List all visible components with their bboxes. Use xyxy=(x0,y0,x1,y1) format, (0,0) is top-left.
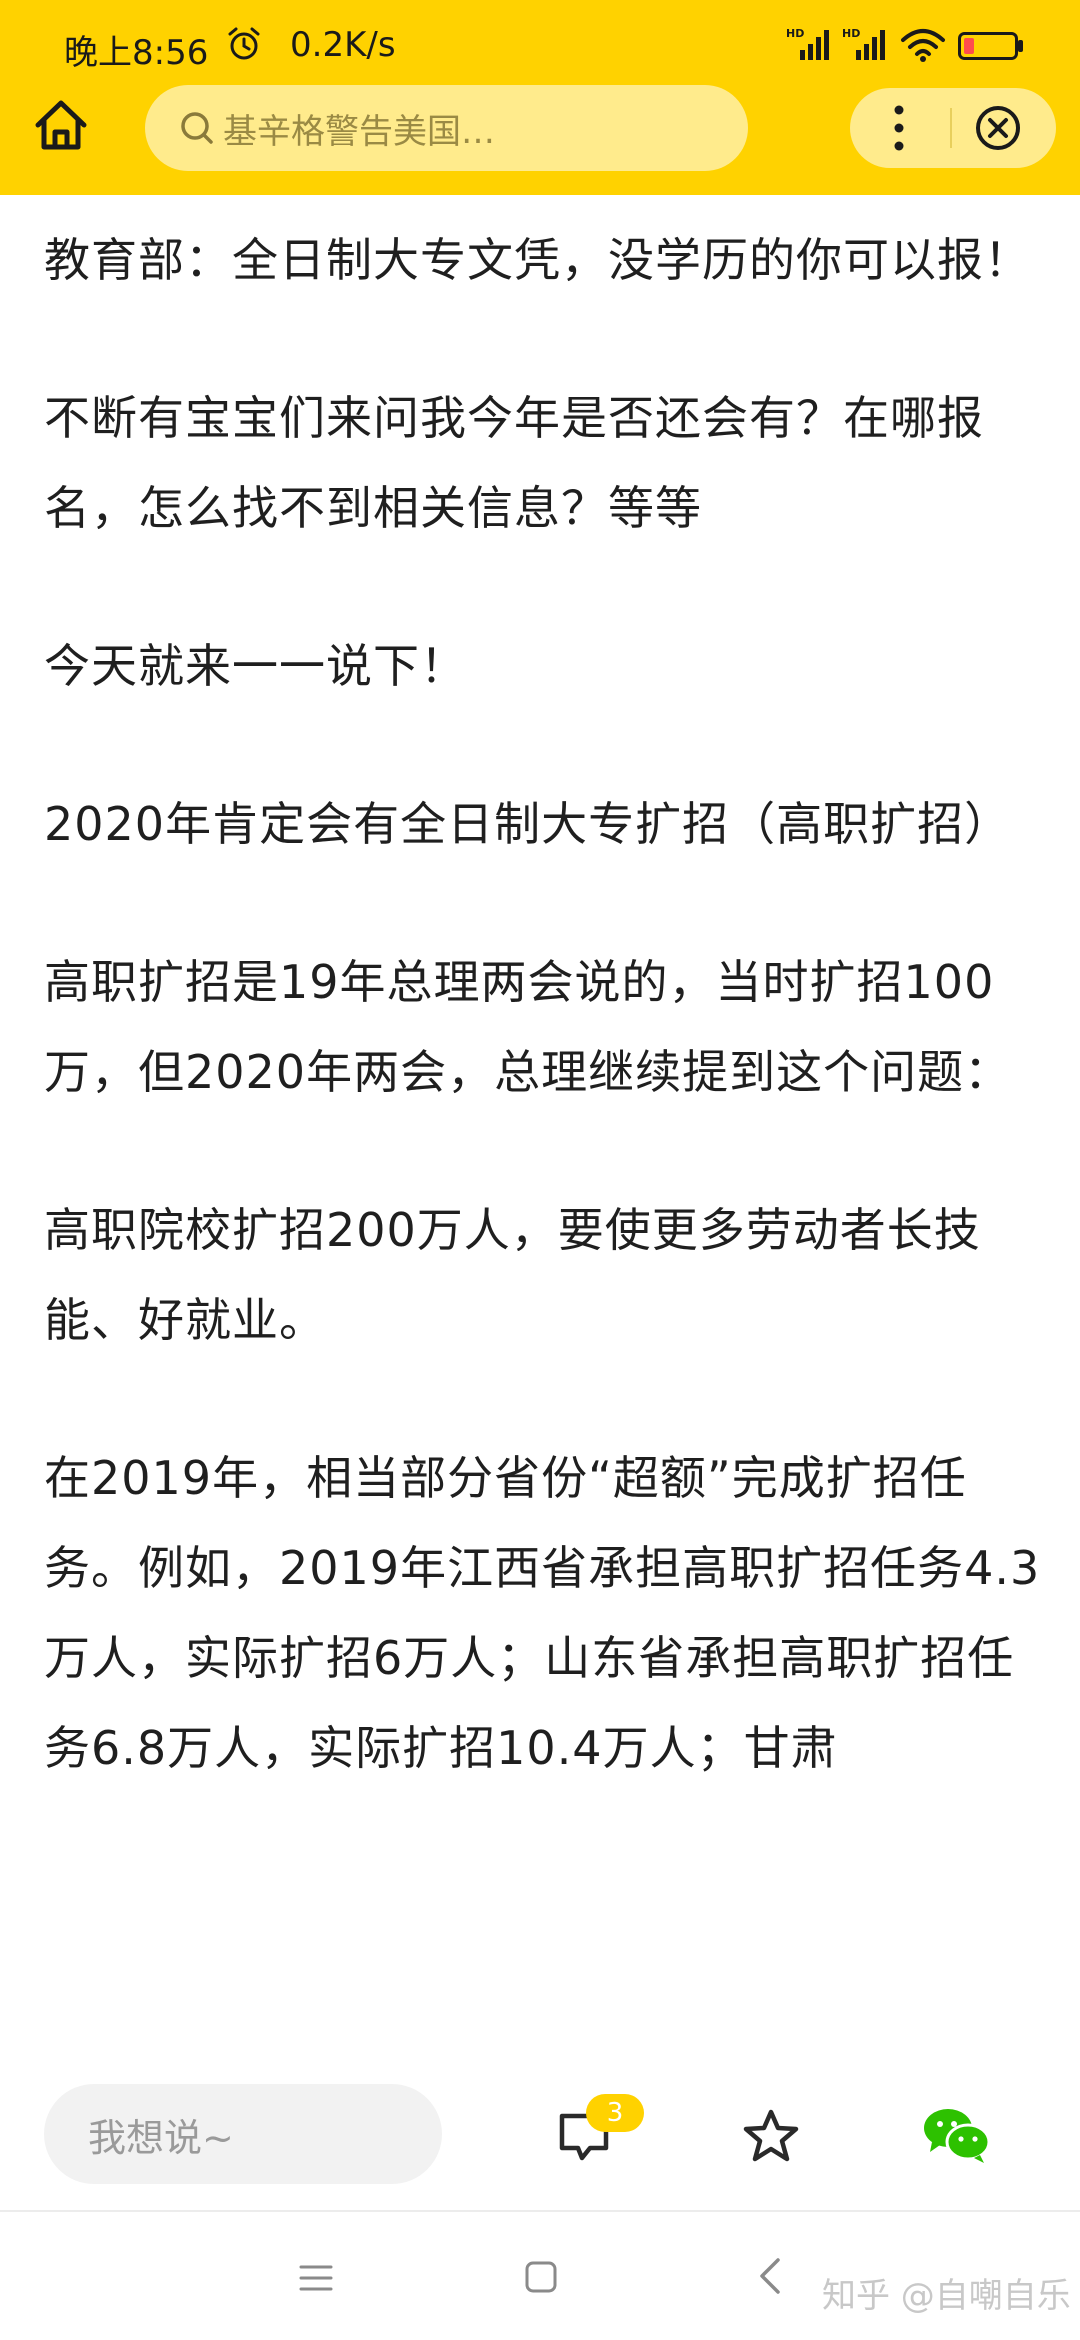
comment-input[interactable]: 我想说~ xyxy=(44,2084,442,2184)
close-circle-icon[interactable] xyxy=(974,104,1022,152)
comment-bar: 我想说~ 3 xyxy=(0,2060,1080,2210)
article-paragraph: 高职院校扩招200万人，要使更多劳动者长技能、好就业。 xyxy=(44,1203,981,1347)
search-bar[interactable]: 基辛格警告美国… xyxy=(145,85,748,171)
svg-text:HD: HD xyxy=(842,27,860,40)
actions-divider xyxy=(950,108,952,148)
search-icon xyxy=(181,112,213,144)
wifi-icon xyxy=(901,29,945,62)
article-paragraph: 在2019年，相当部分省份“超额”完成扩招任务。例如，2019年江西省承担高职扩… xyxy=(44,1451,1041,1775)
back-icon[interactable] xyxy=(756,2256,784,2296)
status-time: 晚上8:56 xyxy=(64,33,209,73)
home-button[interactable] xyxy=(30,95,92,155)
watermark-text: 知乎 @自嘲自乐 xyxy=(822,2276,1071,2316)
article-body: 教育部：全日制大专文凭，没学历的你可以报！ 不断有宝宝们来问我今年是否还会有？在… xyxy=(44,215,1044,1861)
article-paragraph: 今天就来一一说下！ xyxy=(44,639,467,693)
home-square-icon[interactable] xyxy=(524,2260,558,2294)
alarm-clock-icon xyxy=(228,27,260,60)
more-vertical-icon[interactable] xyxy=(884,102,914,154)
article-paragraph: 教育部：全日制大专文凭，没学历的你可以报！ xyxy=(44,233,1031,287)
hd-signal-icon: HD xyxy=(842,27,885,60)
wechat-icon[interactable] xyxy=(922,2104,992,2164)
comment-count-badge: 3 xyxy=(586,2094,644,2132)
status-bar: 晚上8:56 0.2K/s HD HD xyxy=(0,0,1080,82)
svg-text:HD: HD xyxy=(786,27,804,40)
home-icon xyxy=(35,100,87,150)
search-query-text: 基辛格警告美国… xyxy=(223,111,495,152)
menu-icon[interactable] xyxy=(298,2262,334,2294)
battery-icon xyxy=(958,32,1023,60)
article-paragraph: 不断有宝宝们来问我今年是否还会有？在哪报名，怎么找不到相关信息？等等 xyxy=(44,391,984,535)
article-paragraph: 高职扩招是19年总理两会说的，当时扩招100万，但2020年两会，总理继续提到这… xyxy=(44,955,1012,1099)
header-actions xyxy=(850,88,1056,168)
net-speed: 0.2K/s xyxy=(290,25,396,65)
hd-signal-icon: HD xyxy=(786,27,829,60)
article-paragraph: 2020年肯定会有全日制大专扩招（高职扩招） xyxy=(44,797,1012,851)
top-header: 晚上8:56 0.2K/s HD HD 基辛格警告美国… xyxy=(0,0,1080,195)
star-icon[interactable] xyxy=(742,2108,800,2164)
